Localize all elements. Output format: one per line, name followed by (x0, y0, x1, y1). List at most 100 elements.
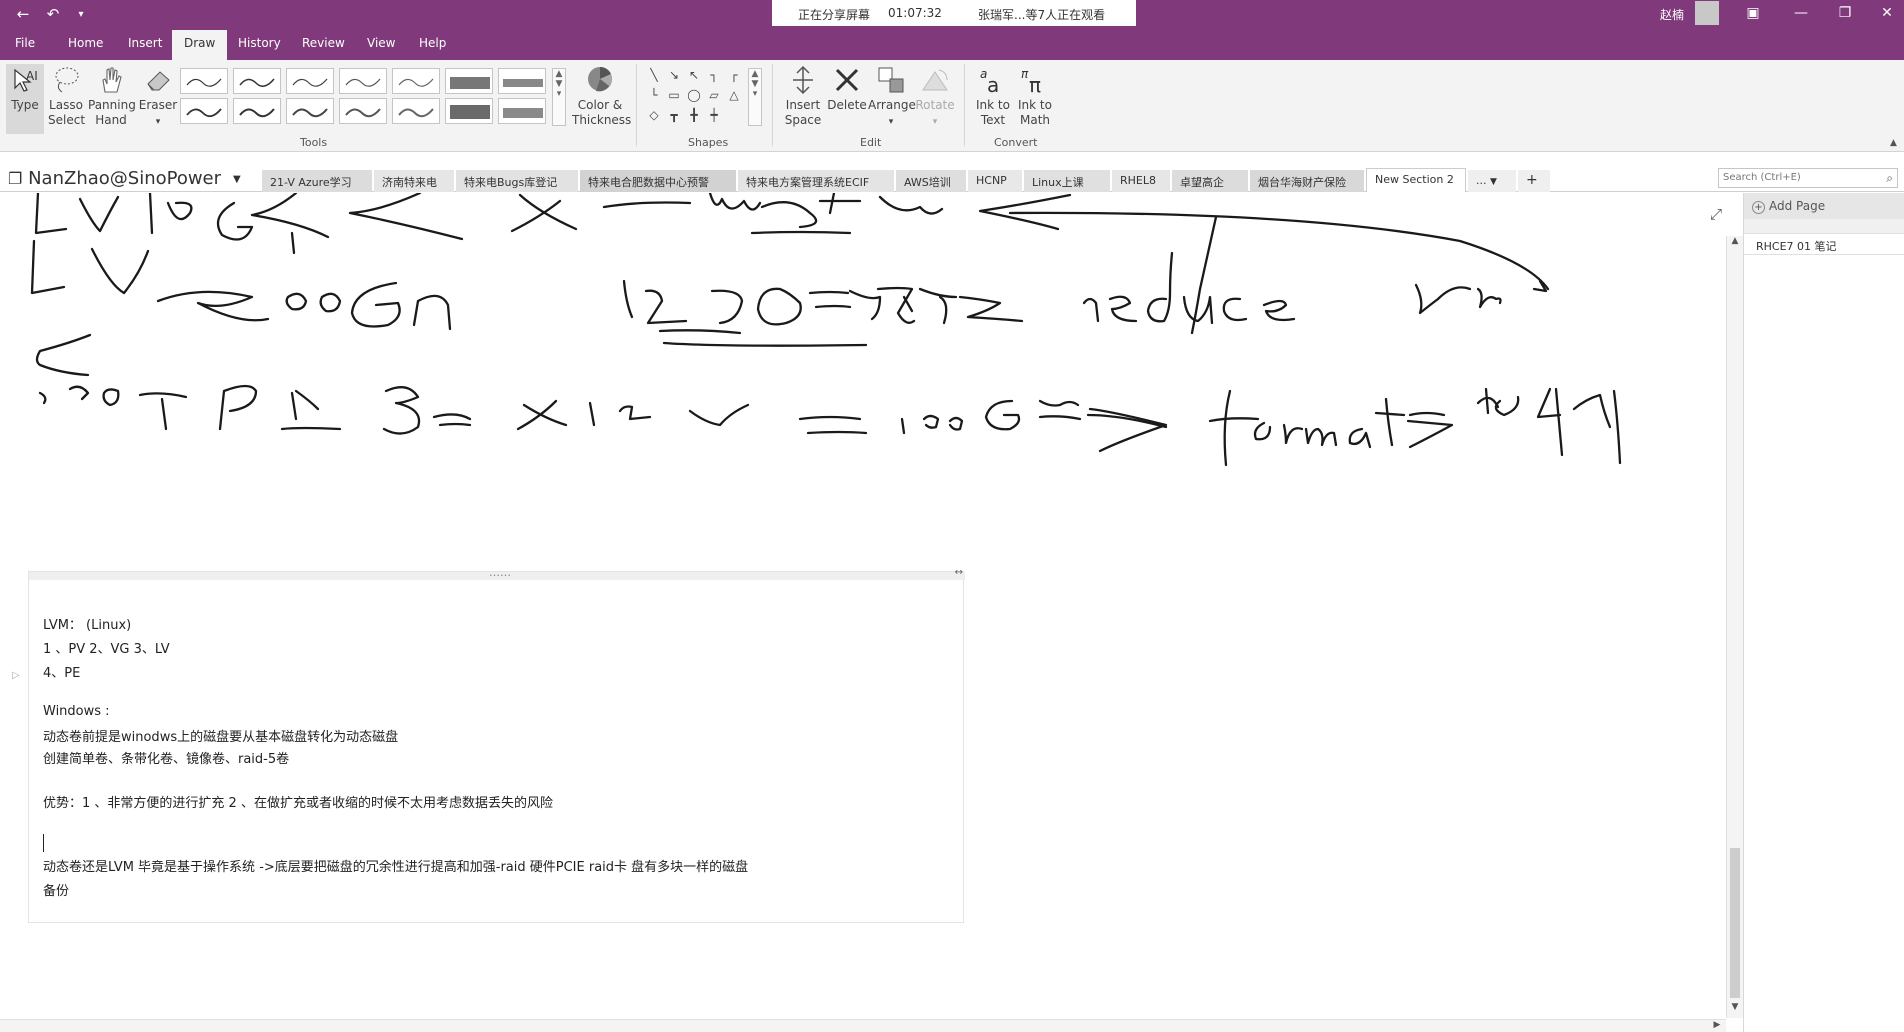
section-tab[interactable]: 卓望高企 (1172, 170, 1248, 192)
pen-swatch[interactable] (339, 68, 387, 94)
tab-draw[interactable]: Draw (172, 30, 228, 60)
user-name[interactable]: 赵楠 (1660, 6, 1684, 23)
axis-shape-icon[interactable]: ┿ (706, 108, 722, 122)
arrow-shape-icon[interactable]: ↘ (666, 68, 682, 82)
section-tab[interactable]: Linux上课 (1024, 170, 1110, 192)
tab-insert[interactable]: Insert (128, 36, 162, 50)
ink-to-math-button[interactable]: ππ Ink to Math (1014, 64, 1056, 128)
pen-swatch[interactable] (392, 68, 440, 94)
delete-button[interactable]: Delete (826, 64, 868, 113)
page-canvas[interactable]: ⤢ …… ↔ LVM： (Linux) 1 、PV 2、VG 3、LV 4、PE… (0, 193, 1726, 1019)
tab-history[interactable]: History (238, 36, 281, 50)
minimize-icon[interactable]: — (1786, 2, 1816, 24)
pen-swatch[interactable] (180, 98, 228, 124)
notebook-selector[interactable]: ❐ NanZhao@SinoPower (8, 168, 221, 189)
full-page-view-icon[interactable]: ⤢ (1710, 205, 1722, 223)
line-shape-icon[interactable]: ╲ (646, 68, 662, 82)
color-thickness-button[interactable]: Color & Thickness (572, 64, 631, 128)
add-section-button[interactable]: + (1518, 170, 1550, 192)
pen-swatch[interactable] (180, 68, 228, 94)
section-tab[interactable]: 济南特来电 (374, 170, 454, 192)
shapes-gallery-scroll[interactable]: ▲ ▼ ▾ (748, 68, 762, 126)
more-icon[interactable]: ▾ (753, 89, 758, 99)
eraser-button[interactable]: Eraser ▾ (138, 64, 178, 130)
circle-shape-icon[interactable]: ◯ (686, 88, 702, 102)
pen-swatch[interactable] (233, 68, 281, 94)
axis-shape-icon[interactable]: ╋ (686, 108, 702, 122)
note-line[interactable]: LVM： (Linux) (43, 614, 131, 633)
drag-handle-icon[interactable]: …… (489, 566, 511, 579)
note-line[interactable]: Windows : (43, 704, 110, 719)
section-tab[interactable]: 特来电方案管理系统ECIF (738, 170, 894, 192)
scroll-down-icon[interactable]: ▼ (1727, 1002, 1743, 1016)
type-button[interactable]: AI Type (6, 64, 44, 134)
pen-swatch[interactable] (339, 98, 387, 124)
note-line[interactable]: 1 、PV 2、VG 3、LV (43, 638, 170, 657)
back-icon[interactable]: ← (12, 3, 34, 25)
lasso-select-button[interactable]: Lasso Select (48, 64, 85, 128)
paragraph-handle-icon[interactable]: ▷ (12, 670, 20, 681)
parallelogram-shape-icon[interactable]: ▱ (706, 88, 722, 102)
scrollbar-thumb[interactable] (1730, 848, 1740, 998)
chevron-up-icon[interactable]: ▲ (752, 69, 759, 79)
triangle-shape-icon[interactable]: △ (726, 88, 742, 102)
scroll-right-icon[interactable]: ▶ (1710, 1020, 1724, 1032)
highlighter-swatch[interactable] (498, 98, 546, 124)
search-input[interactable]: Search (Ctrl+E) ⌕ (1718, 168, 1898, 188)
note-line[interactable]: 优势：1 、非常方便的进行扩充 2 、在做扩充或者收缩的时候不太用考虑数据丢失的… (43, 792, 553, 811)
search-icon[interactable]: ⌕ (1886, 171, 1893, 186)
highlighter-swatch[interactable] (445, 68, 493, 94)
pen-swatch[interactable] (392, 98, 440, 124)
arrange-button[interactable]: Arrange ▾ (868, 64, 916, 130)
close-icon[interactable]: ✕ (1872, 2, 1902, 24)
section-tab[interactable]: RHEL8 (1112, 170, 1170, 192)
ribbon-display-icon[interactable]: ▣ (1738, 2, 1768, 24)
quick-access-dropdown-icon[interactable]: ▾ (70, 3, 92, 25)
avatar[interactable] (1695, 1, 1719, 25)
highlighter-swatch[interactable] (498, 68, 546, 94)
eraser-dropdown-icon[interactable]: ▾ (156, 117, 161, 127)
chevron-down-icon[interactable]: ▼ (556, 79, 563, 89)
tab-review[interactable]: Review (302, 36, 345, 50)
rectangle-shape-icon[interactable]: ▭ (666, 88, 682, 102)
section-tab-active[interactable]: New Section 2 (1366, 168, 1466, 192)
axis-shape-icon[interactable]: ┳ (666, 108, 682, 122)
pen-swatch[interactable] (286, 68, 334, 94)
insert-space-button[interactable]: Insert Space (782, 64, 824, 128)
resize-handle-icon[interactable]: ↔ (955, 567, 963, 578)
note-line[interactable]: 备份 (43, 880, 69, 899)
pen-swatch[interactable] (233, 98, 281, 124)
section-tab[interactable]: 21-V Azure学习 (262, 170, 372, 192)
highlighter-swatch[interactable] (445, 98, 493, 124)
pen-gallery-scroll[interactable]: ▲ ▼ ▾ (552, 68, 566, 126)
more-sections-button[interactable]: ... ▼ (1468, 170, 1516, 192)
tab-home[interactable]: Home (68, 36, 103, 50)
chevron-down-icon[interactable]: ▼ (233, 174, 241, 185)
page-item[interactable]: RHCE7 01 笔记 (1744, 233, 1904, 255)
restore-icon[interactable]: ❐ (1830, 2, 1860, 24)
diamond-shape-icon[interactable]: ◇ (646, 108, 662, 122)
collapse-ribbon-icon[interactable]: ▲ (1890, 138, 1897, 148)
arrow-shape-icon[interactable]: ┌ (726, 68, 742, 82)
vertical-scrollbar[interactable]: ▲ ▼ (1726, 236, 1743, 1018)
pen-swatch[interactable] (286, 98, 334, 124)
scroll-up-icon[interactable]: ▲ (1727, 236, 1743, 250)
note-line[interactable]: 动态卷还是LVM 毕竟是基于操作系统 ->底层要把磁盘的冗余性进行提高和加强-r… (43, 856, 748, 875)
section-tab[interactable]: HCNP (968, 170, 1022, 192)
horizontal-scrollbar[interactable]: ▶ (0, 1019, 1726, 1032)
more-icon[interactable]: ▾ (557, 89, 562, 99)
arrange-dropdown-icon[interactable]: ▾ (889, 117, 894, 127)
note-container[interactable]: …… ↔ LVM： (Linux) 1 、PV 2、VG 3、LV 4、PE W… (28, 566, 965, 923)
chevron-down-icon[interactable]: ▼ (752, 79, 759, 89)
tab-view[interactable]: View (367, 36, 395, 50)
note-line[interactable]: 动态卷前提是winodws上的磁盘要从基本磁盘转化为动态磁盘 (43, 726, 398, 745)
section-tab[interactable]: 特来电合肥数据中心预警 (580, 170, 736, 192)
chevron-up-icon[interactable]: ▲ (556, 69, 563, 79)
arrow-shape-icon[interactable]: ↖ (686, 68, 702, 82)
note-container-handle[interactable]: …… ↔ (29, 566, 965, 580)
note-line[interactable]: 4、PE (43, 662, 80, 681)
elbow-shape-icon[interactable]: └ (646, 88, 662, 102)
section-tab[interactable]: AWS培训 (896, 170, 966, 192)
note-line[interactable]: 创建简单卷、条带化卷、镜像卷、raid-5卷 (43, 748, 289, 767)
undo-icon[interactable]: ↶ (42, 3, 64, 25)
